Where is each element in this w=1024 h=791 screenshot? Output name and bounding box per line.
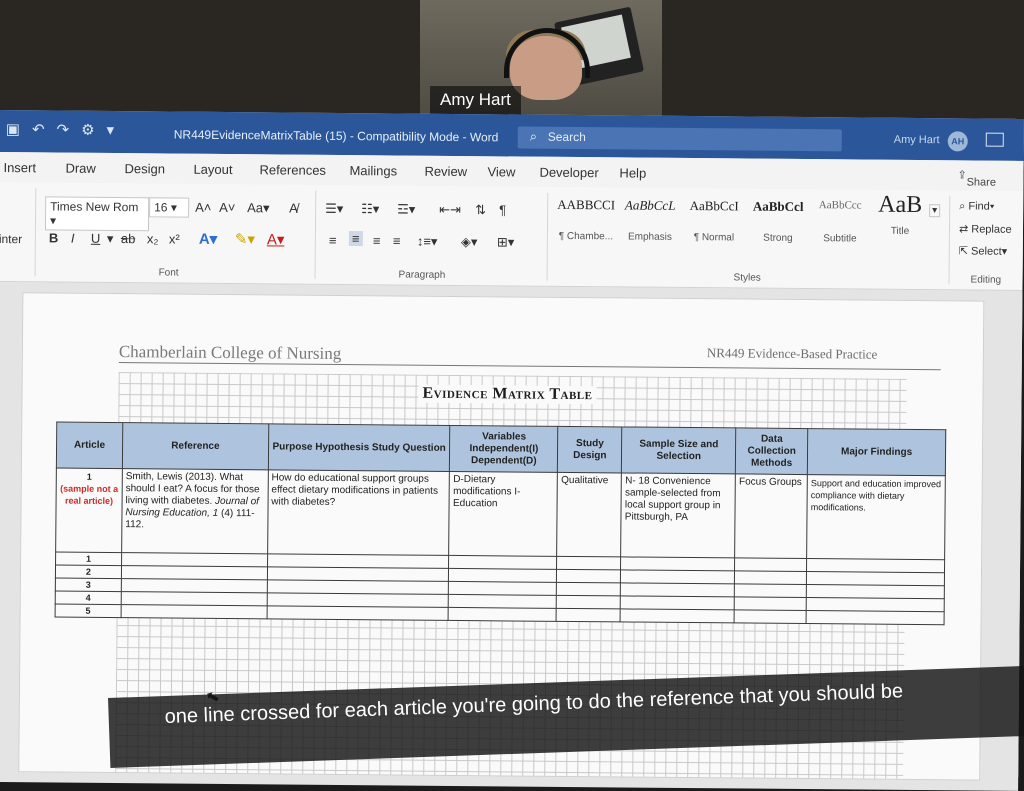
column-header-design: Study Design <box>557 426 623 473</box>
borders-icon[interactable]: ⊞▾ <box>497 234 515 250</box>
numbering-icon[interactable]: ☷▾ <box>361 201 379 217</box>
style-title[interactable]: AaB Title <box>869 192 931 238</box>
matrix-title: Evidence Matrix Table <box>418 384 597 405</box>
cell-methods[interactable]: Focus Groups <box>734 473 808 559</box>
tab-mailings[interactable]: Mailings <box>349 163 397 178</box>
tab-help[interactable]: Help <box>619 165 646 180</box>
clipboard-partial-label: inter <box>0 231 23 247</box>
column-header-article: Article <box>56 422 123 469</box>
participant-name: Amy Hart <box>430 86 521 116</box>
highlight-icon[interactable]: ✎▾ <box>235 230 255 248</box>
tab-insert[interactable]: Insert <box>3 160 36 175</box>
column-header-sample: Sample Size and Selection <box>621 426 736 474</box>
search-icon: ⌕ <box>529 128 538 144</box>
tab-references[interactable]: References <box>259 162 326 178</box>
tab-developer[interactable]: Developer <box>539 165 598 181</box>
multilevel-list-icon[interactable]: ☲▾ <box>397 201 415 217</box>
align-center-icon[interactable]: ≡ <box>348 231 363 247</box>
font-name-dropdown[interactable]: Times New Rom ▾ <box>44 196 150 232</box>
style-chamberlain[interactable]: AABBCCI ¶ Chambe... <box>555 197 617 243</box>
find-button[interactable]: ⌕ Find▾ <box>959 200 994 213</box>
table-header-row: Article Reference Purpose Hypothesis Stu… <box>56 422 946 476</box>
clear-formatting-icon[interactable]: A̸ <box>289 201 298 216</box>
cell-findings[interactable]: Support and education improved complianc… <box>806 474 946 560</box>
cell-purpose[interactable]: How do educational support groups effect… <box>267 469 450 556</box>
document-title: NR449EvidenceMatrixTable (15) - Compatib… <box>173 127 499 145</box>
styles-scroll-icon[interactable]: ▾ <box>929 204 941 218</box>
cell-variables[interactable]: D-Dietary modifications I-Education <box>449 471 558 557</box>
video-call-strip: Amy Hart <box>0 0 1024 122</box>
grow-font-icon[interactable]: A˄ <box>195 200 211 215</box>
cell-reference[interactable]: Smith, Lewis (2013). What should I eat? … <box>121 468 269 554</box>
shrink-font-icon[interactable]: A˅ <box>219 200 235 215</box>
cell-design[interactable]: Qualitative <box>556 472 622 557</box>
row-number[interactable]: 4 <box>55 591 122 605</box>
indent-icons[interactable]: ⇤⇥ <box>439 202 461 218</box>
row-number[interactable]: 2 <box>55 565 122 579</box>
tab-view[interactable]: View <box>487 164 515 179</box>
font-color-icon[interactable]: A▾ <box>267 230 285 248</box>
search-placeholder: Search <box>547 129 586 145</box>
show-marks-icon[interactable]: ¶ <box>499 202 506 217</box>
share-button[interactable]: ⇪ Share <box>957 168 996 188</box>
search-input[interactable]: ⌕ Search <box>517 126 842 152</box>
ribbon-display-options-icon[interactable] <box>985 132 1004 147</box>
column-header-methods: Data Collection Methods <box>735 427 808 475</box>
font-size-dropdown[interactable]: 16 ▾ <box>149 197 190 218</box>
header-rule <box>118 362 941 371</box>
row-number[interactable]: 5 <box>55 604 122 618</box>
justify-icon[interactable]: ≡ <box>393 233 401 248</box>
superscript-icon[interactable]: x² <box>169 231 180 246</box>
cell-article[interactable]: 1 (sample not a real article) <box>55 468 123 553</box>
align-left-icon[interactable]: ≡ <box>329 233 337 248</box>
participant-video[interactable]: Amy Hart <box>420 0 662 122</box>
evidence-matrix-table: Article Reference Purpose Hypothesis Stu… <box>55 422 947 626</box>
column-header-reference: Reference <box>122 422 269 470</box>
column-header-findings: Major Findings <box>807 428 946 476</box>
tab-draw[interactable]: Draw <box>65 161 95 176</box>
row-number[interactable]: 3 <box>55 578 122 592</box>
style-subtitle[interactable]: AaBbCcc Subtitle <box>809 199 871 245</box>
bullets-icon[interactable]: ☰▾ <box>325 201 343 217</box>
subscript-icon[interactable]: x₂ <box>147 231 159 246</box>
sort-icon[interactable]: ⇅ <box>475 202 486 218</box>
align-right-icon[interactable]: ≡ <box>373 233 381 248</box>
select-button[interactable]: ⇱ Select▾ <box>959 244 1008 257</box>
sample-note: (sample not a real article) <box>60 483 119 507</box>
strikethrough-icon[interactable]: ab <box>121 231 136 246</box>
tab-review[interactable]: Review <box>424 164 467 179</box>
header-college: Chamberlain College of Nursing <box>118 342 342 363</box>
tab-design[interactable]: Design <box>124 161 165 176</box>
italic-icon[interactable]: I <box>71 231 75 246</box>
shading-icon[interactable]: ◈▾ <box>461 234 478 250</box>
paragraph-group-label: Paragraph <box>398 269 446 281</box>
quick-access-icons[interactable]: ▣↶↷⚙▾ <box>6 120 126 139</box>
share-label: Share <box>966 176 997 189</box>
text-effects-icon[interactable]: A▾ <box>199 230 218 248</box>
cell-sample[interactable]: N- 18 Convenience sample-selected from l… <box>620 472 736 558</box>
styles-group-label: Styles <box>733 272 761 284</box>
table-row: 1 (sample not a real article) Smith, Lew… <box>55 468 946 560</box>
tab-layout[interactable]: Layout <box>193 162 232 177</box>
line-spacing-icon[interactable]: ↕≡▾ <box>417 234 438 250</box>
underline-icon[interactable]: U <box>91 231 101 246</box>
style-normal[interactable]: AaBbCcI ¶ Normal <box>683 198 745 244</box>
bold-icon[interactable]: B <box>49 230 59 245</box>
underline-dropdown-icon[interactable]: ▾ <box>107 231 114 247</box>
column-header-variables: Variables Independent(I) Dependent(D) <box>449 425 559 473</box>
editing-group-label: Editing <box>970 274 1002 286</box>
change-case-button[interactable]: Aa▾ <box>247 200 270 216</box>
style-emphasis[interactable]: AaBbCcL Emphasis <box>619 197 681 243</box>
font-group-label: Font <box>158 267 179 279</box>
row-number[interactable]: 1 <box>55 552 122 566</box>
header-course: NR449 Evidence-Based Practice <box>706 345 878 362</box>
ribbon: inter Times New Rom ▾ 16 ▾ A˄ A˅ Aa▾ A̸ … <box>0 181 1024 291</box>
avatar[interactable]: AH <box>947 131 968 152</box>
replace-button[interactable]: ⇄ Replace <box>959 222 1012 235</box>
style-strong[interactable]: AaBbCcl Strong <box>747 199 809 245</box>
column-header-purpose: Purpose Hypothesis Study Question <box>268 423 451 472</box>
user-name[interactable]: Amy Hart <box>894 134 940 146</box>
